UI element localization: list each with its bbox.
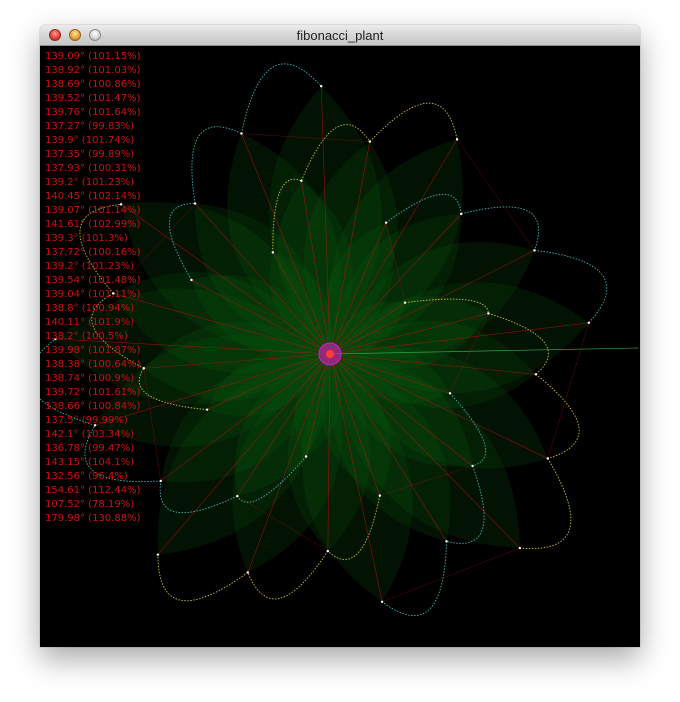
angle-readout-line: 141.61° (102.99%) <box>45 219 141 230</box>
angle-readout-line: 138.92° (101.03%) <box>45 65 141 76</box>
petal-tip-marker <box>156 553 160 556</box>
angle-readout-line: 137.72° (100.16%) <box>45 247 141 258</box>
angle-readout-line: 139.98° (101.87%) <box>45 345 141 356</box>
angle-readout-line: 139.54° (101.48%) <box>45 275 141 286</box>
petal-tip-marker <box>190 278 193 282</box>
petal-tip-marker <box>518 546 522 550</box>
petal-tip-marker <box>205 408 209 411</box>
angle-readout-line: 139.07° (101.14%) <box>45 205 141 216</box>
angle-readout-line: 138.74° (100.9%) <box>45 373 135 384</box>
petal-tip-marker <box>240 132 243 135</box>
center-dot <box>326 350 334 358</box>
petal-tip-marker <box>368 140 372 143</box>
petal-tip-marker <box>546 457 549 460</box>
sketch-canvas[interactable]: 139.09° (101.15%) 138.92° (101.03%) 138.69… <box>40 46 640 647</box>
title-bar[interactable]: fibonacci_plant <box>40 25 640 46</box>
angle-readout-line: 139.2° (101.23%) <box>45 177 135 188</box>
petal-tip-marker <box>445 540 448 543</box>
angle-readout-line: 136.78° (99.47%) <box>45 443 135 454</box>
petal-tip-marker <box>236 494 239 498</box>
petal-tip-marker <box>533 249 536 252</box>
petal-outline <box>519 458 572 550</box>
angle-readout-line: 138.69° (100.86%) <box>45 79 141 90</box>
petal-tip-marker <box>159 479 162 483</box>
petal-tip-marker <box>380 600 384 604</box>
angle-readout-line: 140.45° (102.14%) <box>45 191 141 202</box>
petal-tip-marker <box>271 251 275 254</box>
angle-readout-list: 139.09° (101.15%) 138.92° (101.03%) 138.69… <box>45 50 140 526</box>
angle-readout-line: 143.15° (104.1%) <box>45 457 135 468</box>
angle-readout-line: 139.09° (101.15%) <box>45 51 141 62</box>
angle-readout-line: 137.35° (99.89%) <box>45 149 135 160</box>
angle-readout-line: 137.27° (99.83%) <box>45 121 135 132</box>
angle-readout-line: 139.9° (101.74%) <box>45 135 135 146</box>
angle-readout-line: 139.04° (101.11%) <box>45 289 141 300</box>
angle-readout-line: 138.38° (100.64%) <box>45 359 141 370</box>
petal-tip-marker <box>403 301 407 304</box>
petal-tip-marker <box>460 212 463 216</box>
petal-tip-marker <box>471 464 474 468</box>
window-title: fibonacci_plant <box>296 28 384 43</box>
angle-readout-line: 139.2° (101.23%) <box>45 261 135 272</box>
petal-tip-marker <box>142 367 146 370</box>
angle-readout-line: 137.93° (100.31%) <box>45 163 141 174</box>
angle-readout-line: 107.52° (78.19%) <box>45 499 135 510</box>
angle-readout-line: 139.52° (101.47%) <box>45 93 141 104</box>
angle-readout-line: 139.76° (101.64%) <box>45 107 141 118</box>
angle-readout-line: 138.2° (100.5%) <box>45 331 128 342</box>
petal-outline <box>157 554 249 602</box>
petal-tip-marker <box>487 312 490 315</box>
angle-readout-line: 138.8° (100.94%) <box>45 303 135 314</box>
petal-tip-marker <box>378 494 382 497</box>
center-layer <box>318 342 342 366</box>
angle-readout-line: 138.66° (100.84%) <box>45 401 141 412</box>
app-window: fibonacci_plant 139.09° (101.15%) 138.92°… <box>40 25 640 647</box>
petal-tip-marker <box>384 221 388 224</box>
petal-tip-marker <box>246 571 249 574</box>
angle-readout-line: 139.72° (101.61%) <box>45 387 141 398</box>
angle-readout-line: 137.5° (99.99%) <box>45 415 128 426</box>
petal-outline <box>369 102 458 142</box>
angle-readout-line: 132.56° (96.4%) <box>45 471 128 482</box>
petal-tip-marker <box>534 373 538 376</box>
petal-tip-marker <box>300 179 303 182</box>
angle-readout-line: 140.11° (101.9%) <box>45 317 135 328</box>
petal-tip-marker <box>326 549 330 553</box>
petal-tip-marker <box>455 138 459 141</box>
angle-readout-line: 179.98° (130.88%) <box>45 513 141 524</box>
angle-readout-line: 154.61° (112.44%) <box>45 485 141 496</box>
angle-readout-line: 139.3° (101.3%) <box>45 233 128 244</box>
angle-readout-line: 142.1° (103.34%) <box>45 429 135 440</box>
petal-tip-marker <box>193 202 197 205</box>
petal-tip-marker <box>587 321 591 324</box>
connecting-ray <box>456 139 535 251</box>
petal-tip-marker <box>448 392 452 395</box>
petal-tip-marker <box>304 455 308 458</box>
petal-tip-marker <box>320 84 323 88</box>
